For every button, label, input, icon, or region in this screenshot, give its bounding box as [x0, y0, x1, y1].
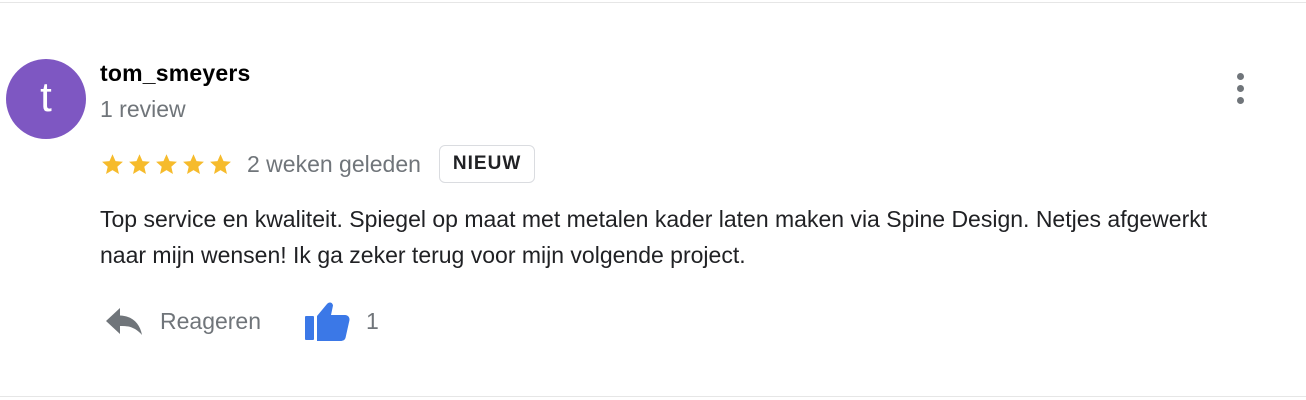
- more-options-icon[interactable]: [1226, 68, 1254, 108]
- review-date: 2 weken geleden: [247, 150, 421, 177]
- dot-icon: [1236, 96, 1244, 104]
- like-count: 1: [366, 307, 379, 334]
- dot-icon: [1236, 84, 1244, 92]
- reply-button[interactable]: Reageren: [100, 304, 261, 338]
- like-button[interactable]: 1: [305, 299, 379, 343]
- new-badge: NIEUW: [438, 145, 536, 183]
- avatar-letter: t: [40, 73, 52, 120]
- star-icon: [129, 153, 150, 174]
- review-count: 1 review: [100, 96, 186, 122]
- review-text: Top service en kwaliteit. Spiegel op maa…: [100, 206, 1208, 268]
- star-icon: [210, 153, 231, 174]
- star-icon: [183, 153, 204, 174]
- rating-row: 2 weken geleden NIEUW: [100, 142, 536, 186]
- thumbs-up-icon: [305, 302, 350, 341]
- star-rating: [100, 152, 233, 177]
- reply-arrow-icon: [106, 308, 142, 335]
- star-icon: [156, 153, 177, 174]
- avatar[interactable]: t: [6, 59, 86, 139]
- top-divider: [0, 2, 1306, 3]
- author-name[interactable]: tom_smeyers: [100, 60, 251, 87]
- star-icon: [102, 153, 123, 174]
- reply-label: Reageren: [160, 307, 262, 334]
- bottom-divider: [0, 396, 1306, 397]
- review-actions: Reageren 1: [100, 296, 379, 346]
- dot-icon: [1236, 72, 1244, 80]
